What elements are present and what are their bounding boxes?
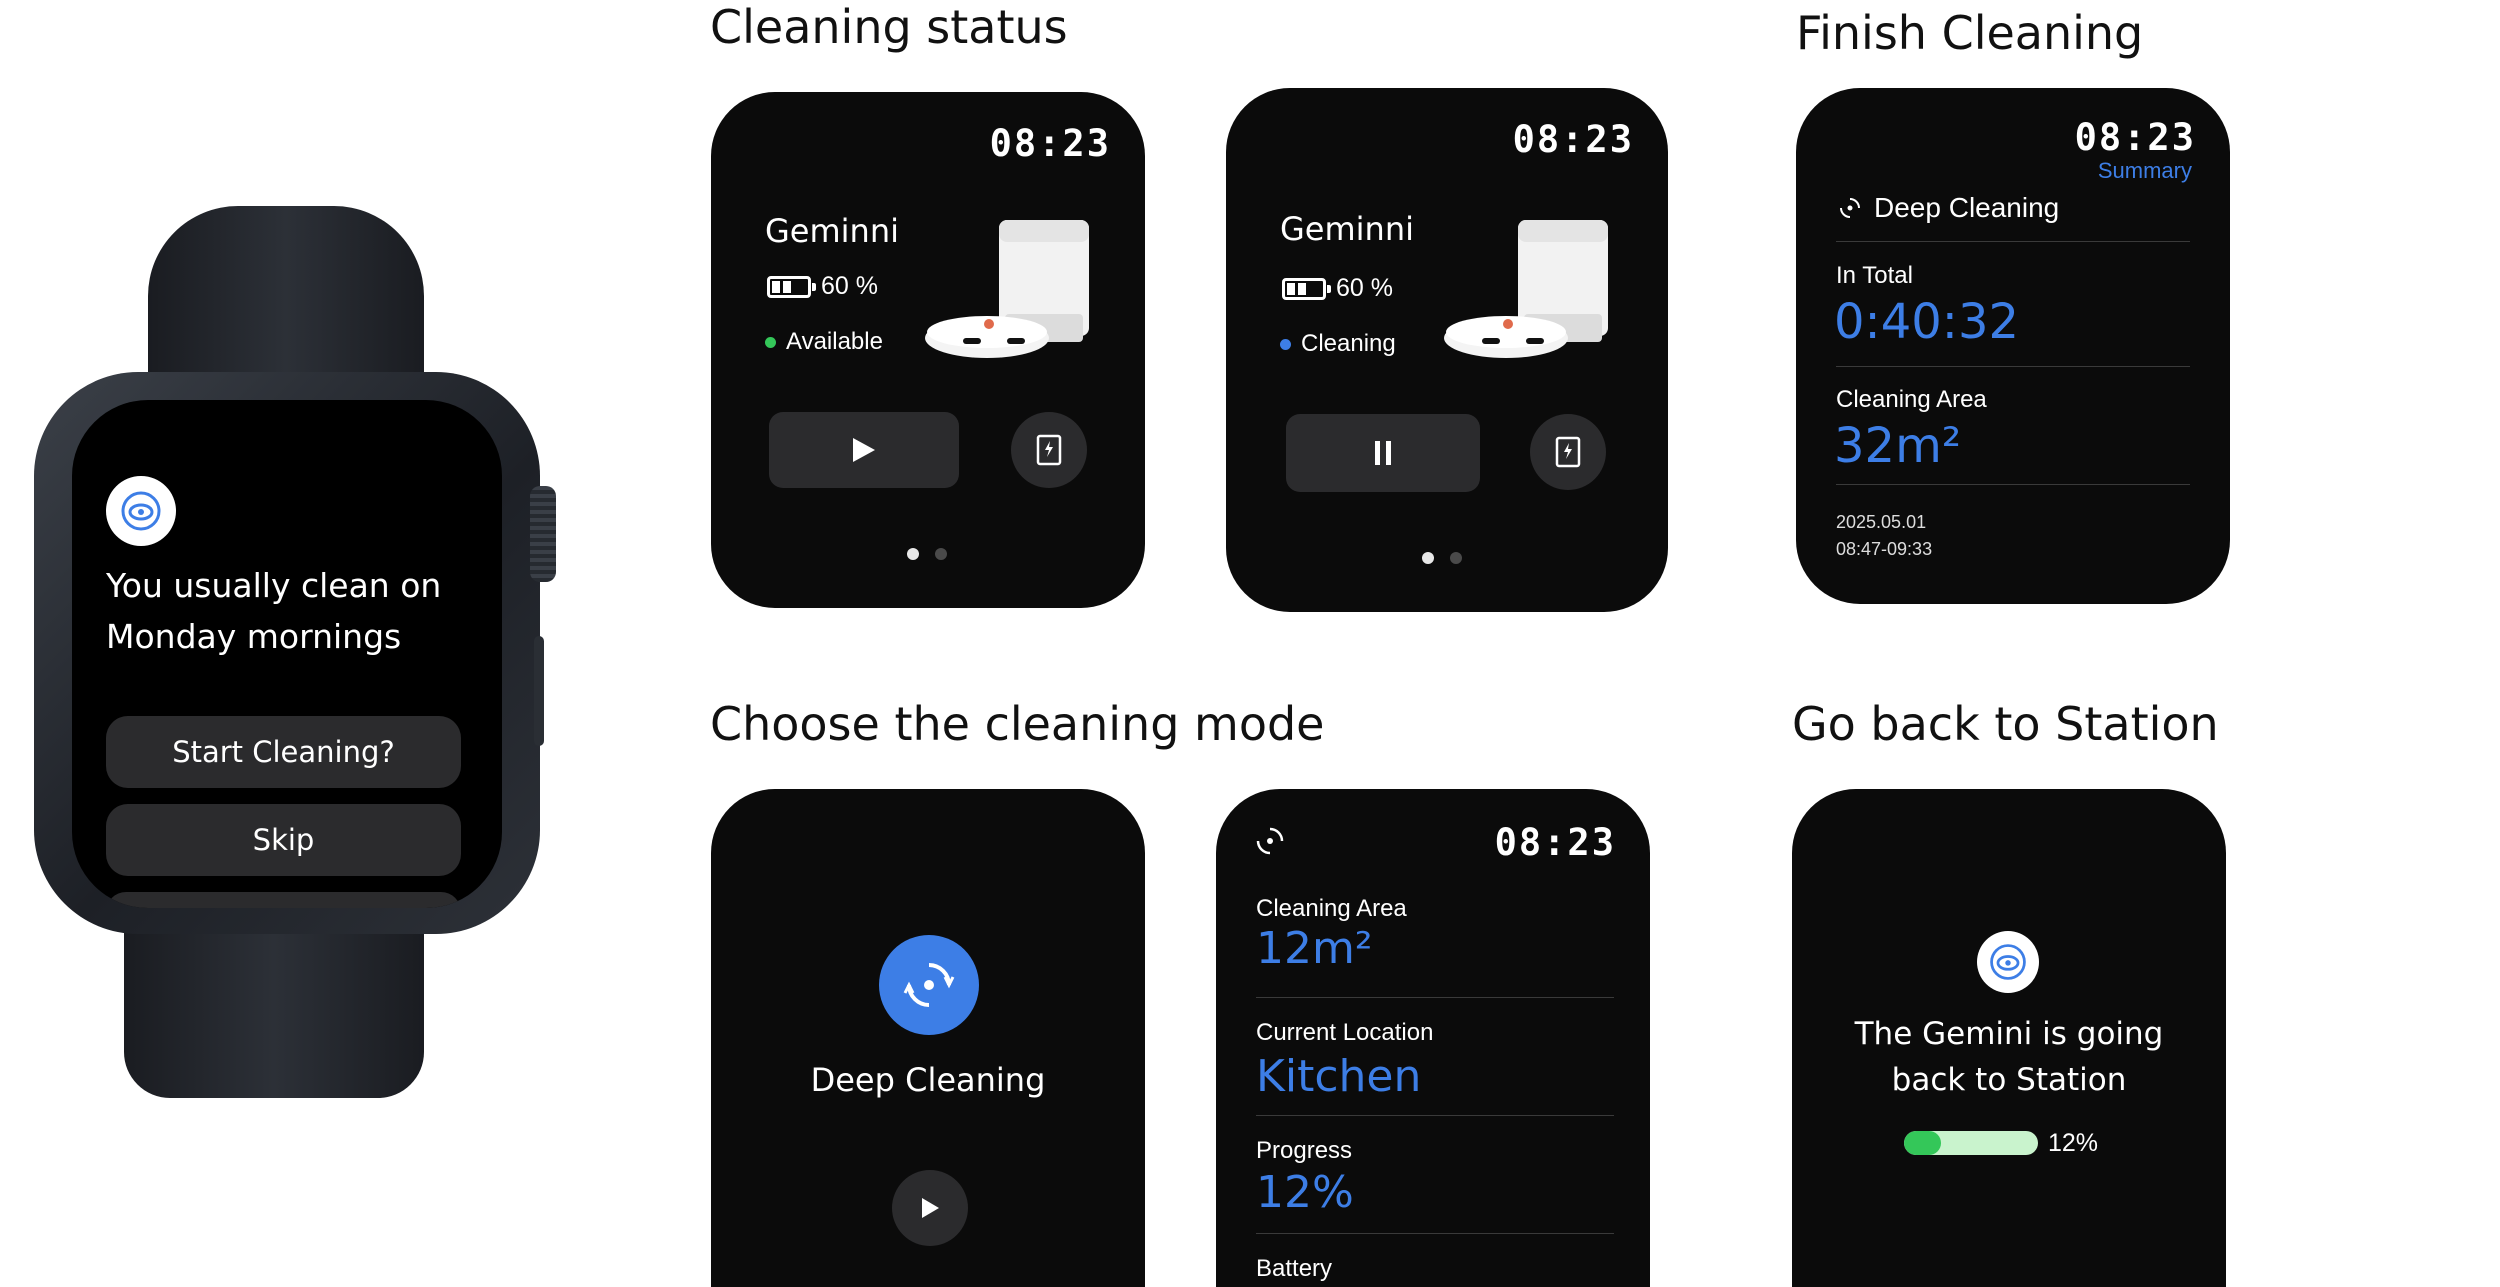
dock-station-button[interactable] [1530, 414, 1606, 490]
start-mode-play-button[interactable] [892, 1170, 968, 1246]
status-text: Cleaning [1301, 330, 1396, 357]
clock-time: 08:23 [2074, 116, 2196, 159]
deep-cleaning-icon [1840, 198, 1860, 218]
location-value: Kitchen [1256, 1051, 1422, 1102]
page-indicator [907, 548, 947, 560]
robot-eye-icon [1990, 944, 2026, 980]
dock-station-button[interactable] [1011, 412, 1087, 488]
station-charge-icon [1555, 436, 1581, 468]
return-line-2: back to Station [1891, 1062, 2127, 1098]
panel-status-available: 08:23 Geminni 60 % Available [711, 92, 1145, 608]
play-icon [922, 1198, 939, 1218]
pause-button[interactable] [1286, 414, 1480, 492]
notification-line-2: Monday mornings [106, 617, 402, 656]
status-text: Available [786, 328, 883, 355]
status-dot-icon [765, 336, 776, 348]
clock-time: 08:23 [1512, 118, 1634, 161]
play-icon [853, 438, 875, 462]
battery-percent: 60 % [821, 272, 878, 300]
status-row: Cleaning [1280, 330, 1396, 358]
progress-value: 12% [1256, 1167, 1354, 1218]
start-cleaning-button[interactable]: Start Cleaning? [106, 716, 461, 788]
status-dot-icon [1280, 338, 1291, 350]
summary-subtitle: Summary [2097, 158, 2192, 183]
area-value: 12m² [1256, 923, 1373, 974]
battery-icon [1282, 277, 1331, 300]
panel-mode-select: Deep Cleaning [711, 789, 1145, 1287]
battery-indicator: 60 % [767, 272, 878, 301]
battery-percent: 60 % [1336, 274, 1393, 302]
divider [1256, 997, 1614, 998]
battery-label: Battery [1256, 1255, 1333, 1282]
divider [1836, 241, 2190, 242]
page-indicator [1422, 552, 1462, 564]
return-progress-text: 12% [2048, 1129, 2099, 1157]
return-message: The Gemini is going back to Station [1792, 1011, 2226, 1103]
notification-text: You usually clean on Monday mornings [106, 560, 486, 662]
deep-cleaning-icon [1256, 827, 1284, 855]
more-button-partial[interactable] [106, 892, 461, 908]
watch-side-button[interactable] [534, 636, 544, 746]
mode-row: Deep Cleaning [1838, 192, 2059, 224]
mode-name: Deep Cleaning [1874, 192, 2060, 223]
heading-cleaning-status: Cleaning status [710, 0, 1068, 54]
robot-vacuum-station-image [925, 220, 1089, 358]
panel-return-station: The Gemini is going back to Station 12% [1792, 789, 2226, 1287]
battery-icon [767, 275, 816, 298]
status-row: Available [765, 328, 883, 356]
divider [1836, 484, 2190, 485]
heading-go-back: Go back to Station [1792, 697, 2219, 751]
summary-time-range: 08:47-09:33 [1836, 539, 1933, 559]
clock-time: 08:23 [989, 122, 1111, 165]
mode-label: Deep Cleaning [810, 1061, 1046, 1099]
location-label: Current Location [1256, 1019, 1434, 1046]
progress-label: Progress [1256, 1137, 1353, 1164]
panel-progress-detail: 08:23 Cleaning Area 12m² Current Locatio… [1216, 789, 1650, 1287]
summary-date: 2025.05.01 [1836, 512, 1927, 532]
notification-line-1: You usually clean on [106, 566, 442, 605]
panel-finish-summary: 08:23 Summary Deep Cleaning In Total 0:4… [1796, 88, 2230, 604]
area-label: Cleaning Area [1836, 386, 1987, 413]
area-value: 32m² [1834, 418, 1962, 474]
total-duration: 0:40:32 [1834, 294, 2020, 350]
battery-indicator: 60 % [1282, 274, 1393, 303]
deep-cleaning-mode-button[interactable] [879, 935, 979, 1035]
divider [1836, 366, 2190, 367]
robot-vacuum-station-image [1444, 220, 1608, 358]
app-icon[interactable] [106, 476, 176, 546]
return-progress-bar [1904, 1131, 2038, 1155]
divider [1256, 1233, 1614, 1234]
heading-choose-mode: Choose the cleaning mode [710, 697, 1325, 751]
pause-icon [1375, 441, 1391, 465]
deep-cleaning-icon [903, 963, 955, 1007]
total-label: In Total [1836, 262, 1913, 289]
return-line-1: The Gemini is going [1854, 1016, 2164, 1052]
app-icon [1977, 931, 2039, 993]
station-charge-icon [1036, 434, 1062, 466]
divider [1256, 1115, 1614, 1116]
digital-crown[interactable] [530, 486, 556, 582]
watch-screen: You usually clean on Monday mornings Sta… [72, 400, 502, 908]
heading-finish-cleaning: Finish Cleaning [1796, 6, 2144, 60]
play-button[interactable] [769, 412, 959, 488]
return-progress-fill [1904, 1131, 1941, 1155]
area-label: Cleaning Area [1256, 895, 1407, 922]
device-name: Geminni [1280, 210, 1414, 248]
panel-status-cleaning: 08:23 Geminni 60 % Cleaning [1226, 88, 1668, 612]
clock-time: 08:23 [1494, 821, 1616, 864]
robot-eye-icon [121, 491, 161, 531]
skip-button[interactable]: Skip [106, 804, 461, 876]
device-name: Geminni [765, 212, 899, 250]
